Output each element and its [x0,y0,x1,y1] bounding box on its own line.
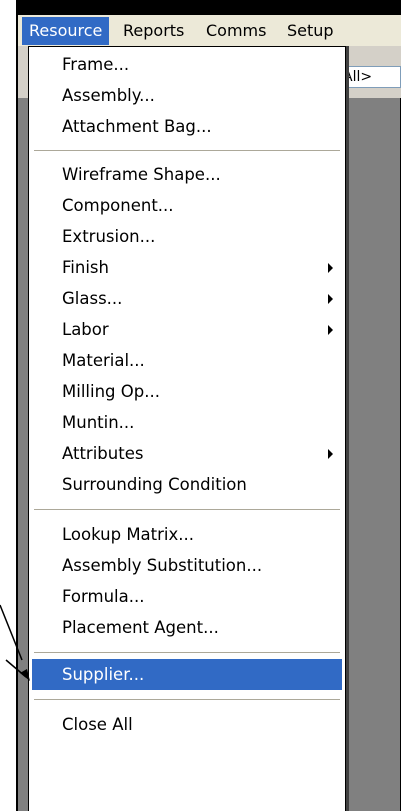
menu-item-labor[interactable]: Labor [32,314,342,345]
menu-item-label: Extrusion... [62,227,156,246]
menu-item-label: Assembly... [62,86,155,105]
menu-item-label: Component... [62,196,174,215]
menu-item-supplier[interactable]: Supplier... [32,659,342,690]
menu-item-frame[interactable]: Frame... [32,49,342,80]
menu-item-label: Assembly Substitution... [62,556,263,575]
menu-item-label: Frame... [62,55,130,74]
menu-item-surrounding-condition[interactable]: Surrounding Condition [32,469,342,500]
menu-item-label: Muntin... [62,413,135,432]
menu-item-lookup-matrix[interactable]: Lookup Matrix... [32,519,342,550]
menu-item-label: Glass... [62,289,123,308]
menu-item-glass[interactable]: Glass... [32,283,342,314]
menu-item-label: Supplier... [62,665,145,684]
menu-item-label: Placement Agent... [62,618,219,637]
menu-resource[interactable]: Resource [22,17,110,45]
menu-item-label: Milling Op... [62,382,160,401]
menu-item-assembly[interactable]: Assembly... [32,80,342,111]
menu-item-label: Attributes [62,444,144,463]
submenu-arrow-icon [328,294,333,304]
window-top-edge [18,0,401,14]
menu-separator [34,150,340,152]
submenu-arrow-icon [328,449,333,459]
menu-item-close-all[interactable]: Close All [32,709,342,740]
submenu-arrow-icon [328,325,333,335]
menu-setup[interactable]: Setup [280,17,341,45]
menu-item-label: Material... [62,351,145,370]
menu-item-wireframe-shape[interactable]: Wireframe Shape... [32,159,342,190]
resource-dropdown-menu: Frame... Assembly... Attachment Bag... W… [28,46,346,811]
menu-comms[interactable]: Comms [199,17,273,45]
menu-item-attachment-bag[interactable]: Attachment Bag... [32,111,342,142]
menu-reports[interactable]: Reports [116,17,191,45]
menu-item-formula[interactable]: Formula... [32,581,342,612]
menu-item-placement-agent[interactable]: Placement Agent... [32,612,342,643]
menu-item-material[interactable]: Material... [32,345,342,376]
menu-item-label: Close All [62,715,133,734]
menu-item-label: Surrounding Condition [62,475,247,494]
menu-separator [34,699,340,701]
menu-item-label: Formula... [62,587,145,606]
menu-item-attributes[interactable]: Attributes [32,438,342,469]
menu-item-assembly-substitution[interactable]: Assembly Substitution... [32,550,342,581]
menu-item-label: Attachment Bag... [62,117,212,136]
menu-item-milling-op[interactable]: Milling Op... [32,376,342,407]
menu-item-finish[interactable]: Finish [32,252,342,283]
menu-item-label: Wireframe Shape... [62,165,221,184]
menu-separator [34,509,340,511]
submenu-arrow-icon [328,263,333,273]
menu-item-extrusion[interactable]: Extrusion... [32,221,342,252]
menu-separator [34,652,340,654]
menu-bar: Resource Reports Comms Setup [18,14,401,46]
menu-item-component[interactable]: Component... [32,190,342,221]
menu-item-label: Labor [62,320,109,339]
menu-item-label: Lookup Matrix... [62,525,194,544]
menu-item-label: Finish [62,258,109,277]
menu-item-muntin[interactable]: Muntin... [32,407,342,438]
